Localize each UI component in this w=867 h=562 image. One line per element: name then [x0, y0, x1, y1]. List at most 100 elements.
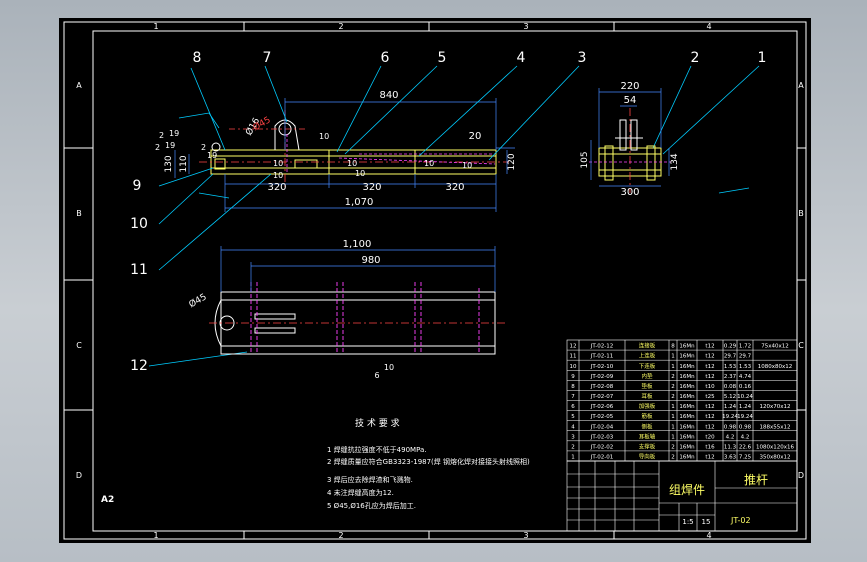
bom-cell-name: 上连板 [639, 352, 656, 360]
front-view: 840 1,070 320 320 320 20 120 130 110 Ø16… [155, 90, 517, 212]
col-label-2-bottom: 2 [338, 531, 343, 540]
dim-right-height: 120 [507, 153, 517, 170]
bom-cell-w1: 2.37 [724, 374, 737, 380]
bom-cell-no: 2 [571, 444, 575, 450]
bom-row: 1 JT-02-01 导向板 2 16Mn t12 3.63 7.25 350x80x12 [567, 453, 797, 462]
side-dim-54: 54 [624, 95, 637, 106]
plan-view: 1,100 980 Ø45 10 6 [187, 239, 505, 380]
bom-cell-name: 耳板 [641, 392, 653, 400]
assembly-label: 组焊件 [669, 482, 705, 497]
bom-row: 12 JT-02-12 连接板 8 16Mn t12 0.29 1.72 75x40x12 [567, 342, 797, 351]
bom-cell-mat: 16Mn [679, 394, 695, 400]
bom-cell-w2: 1.53 [739, 364, 752, 370]
bom-cell-qty: 2 [671, 374, 675, 380]
cad-canvas: 1 2 3 4 1 2 3 4 A B C D A B C D A2 840 1… [63, 21, 807, 540]
note-2: 2 焊缝质量应符合GB3323-1987(焊 钢熔化焊对接接头射线照相) [327, 457, 530, 466]
col-label-3-bottom: 3 [523, 531, 528, 540]
bom-cell-w2: 10.24 [737, 394, 753, 400]
bom-cell-no: 4 [571, 424, 575, 430]
bom-cell-w1: 3.63 [724, 455, 737, 461]
col-label-3: 3 [523, 22, 528, 31]
bom-cell-size: 120x70x12 [759, 404, 790, 410]
bom-cell-w2: 4.74 [739, 374, 752, 380]
weld-mark: 10 [347, 159, 357, 168]
bom-cell-qty: 1 [671, 354, 675, 360]
bom-cell-code: JT-02-02 [590, 444, 613, 450]
weld-mark: 10 [462, 161, 472, 170]
bom-cell-no: 7 [571, 394, 575, 400]
col-label-1: 1 [153, 22, 158, 31]
plan-weld-label: 10 [384, 363, 394, 372]
callout-12: 12 [130, 358, 148, 374]
side-dim-220: 220 [620, 81, 639, 92]
bom-cell-code: JT-02-05 [590, 414, 614, 420]
bom-cell-name: 加强板 [639, 402, 656, 410]
callout-3: 3 [578, 50, 587, 66]
small-num: 19 [207, 151, 217, 160]
bom-cell-w2: 29.7 [739, 354, 752, 360]
bom-row: 7 JT-02-07 耳板 2 16Mn t25 5.12 10.24 [567, 392, 797, 401]
bom-cell-w1: 0.08 [724, 384, 737, 390]
plan-dim-1100: 1,100 [343, 239, 372, 250]
bom-cell-mat: 16Mn [679, 404, 695, 410]
dim-seg-2: 320 [362, 182, 381, 193]
bom-cell-w2: 22.6 [739, 444, 752, 450]
weld-mark: 10 [424, 159, 434, 168]
sheet-size-label: A2 [101, 495, 114, 505]
bom-cell-spec: t12 [705, 414, 714, 420]
row-label-B: B [76, 209, 82, 218]
technical-notes: 技 术 要 求 1 焊缝抗拉强度不低于490MPa. 2 焊缝质量应符合GB33… [327, 417, 530, 510]
bom-cell-no: 6 [571, 404, 575, 410]
plan-dim-end: Ø45 [187, 291, 209, 310]
bom-cell-mat: 16Mn [679, 424, 695, 430]
bom-cell-code: JT-02-04 [590, 424, 614, 430]
bom-cell-code: JT-02-08 [590, 384, 614, 390]
side-dim-134: 134 [670, 153, 680, 170]
bom-cell-w2: 4.2 [741, 434, 750, 440]
bom-cell-qty: 1 [671, 424, 675, 430]
bom-cell-size: 350x80x12 [759, 455, 790, 461]
bom-cell-w1: 5.12 [724, 394, 736, 400]
bom-cell-w2: 0.98 [739, 424, 752, 430]
side-dim-300: 300 [620, 187, 639, 198]
bom-cell-code: JT-02-10 [590, 364, 614, 370]
bom-row: 4 JT-02-04 侧板 1 16Mn t12 0.98 0.98 188x55x12 [567, 422, 797, 431]
bom-cell-spec: t25 [705, 394, 715, 400]
row-label-D-right: D [798, 471, 804, 480]
bom-cell-w1: 11.3 [724, 444, 737, 450]
bom-cell-size: 188x55x12 [759, 424, 790, 430]
weld-mark: 10 [273, 171, 283, 180]
title-block: 组焊件 推杆 JT-02 1:5 15 [566, 460, 798, 532]
weld-mark: 10 [273, 159, 283, 168]
bom-cell-spec: t12 [705, 404, 714, 410]
bom-cell-no: 5 [571, 414, 575, 420]
bom-cell-code: JT-02-03 [590, 434, 614, 440]
note-3: 3 焊后应去除焊渣和飞溅物. [327, 475, 413, 484]
col-label-4: 4 [706, 22, 711, 31]
bom-cell-size: 75x40x12 [761, 344, 789, 350]
bom-cell-w2: 7.25 [739, 455, 752, 461]
bom-cell-w1: 29.7 [724, 354, 737, 360]
col-label-1-bottom: 1 [153, 531, 158, 540]
bom-cell-code: JT-02-11 [590, 354, 613, 360]
callout-2: 2 [691, 50, 700, 66]
bom-cell-qty: 2 [671, 384, 675, 390]
bom-cell-spec: t16 [705, 444, 715, 450]
note-4: 4 未注焊缝高度为12. [327, 488, 394, 497]
bom-cell-no: 1 [571, 455, 575, 461]
small-num: 2 [155, 143, 160, 152]
row-label-C-right: C [798, 341, 804, 350]
bom-cell-name: 连接板 [639, 342, 656, 350]
col-label-2: 2 [338, 22, 343, 31]
bom-cell-no: 3 [571, 434, 575, 440]
bom-cell-name: 下连板 [639, 362, 656, 370]
callout-numbers: 8 7 6 5 4 3 2 1 9 10 11 12 [130, 50, 766, 374]
bom-cell-name: 耳板轴 [639, 432, 656, 440]
row-label-D: D [76, 471, 82, 480]
bom-row: 11 JT-02-11 上连板 1 16Mn t12 29.7 29.7 [567, 352, 797, 361]
bom-cell-name: 筋板 [641, 412, 653, 420]
drawing-number: JT-02 [730, 516, 751, 525]
bom-row: 5 JT-02-05 筋板 1 16Mn t12 19.24 19.24 [567, 412, 797, 421]
row-label-C: C [76, 341, 82, 350]
bom-cell-code: JT-02-06 [590, 404, 614, 410]
